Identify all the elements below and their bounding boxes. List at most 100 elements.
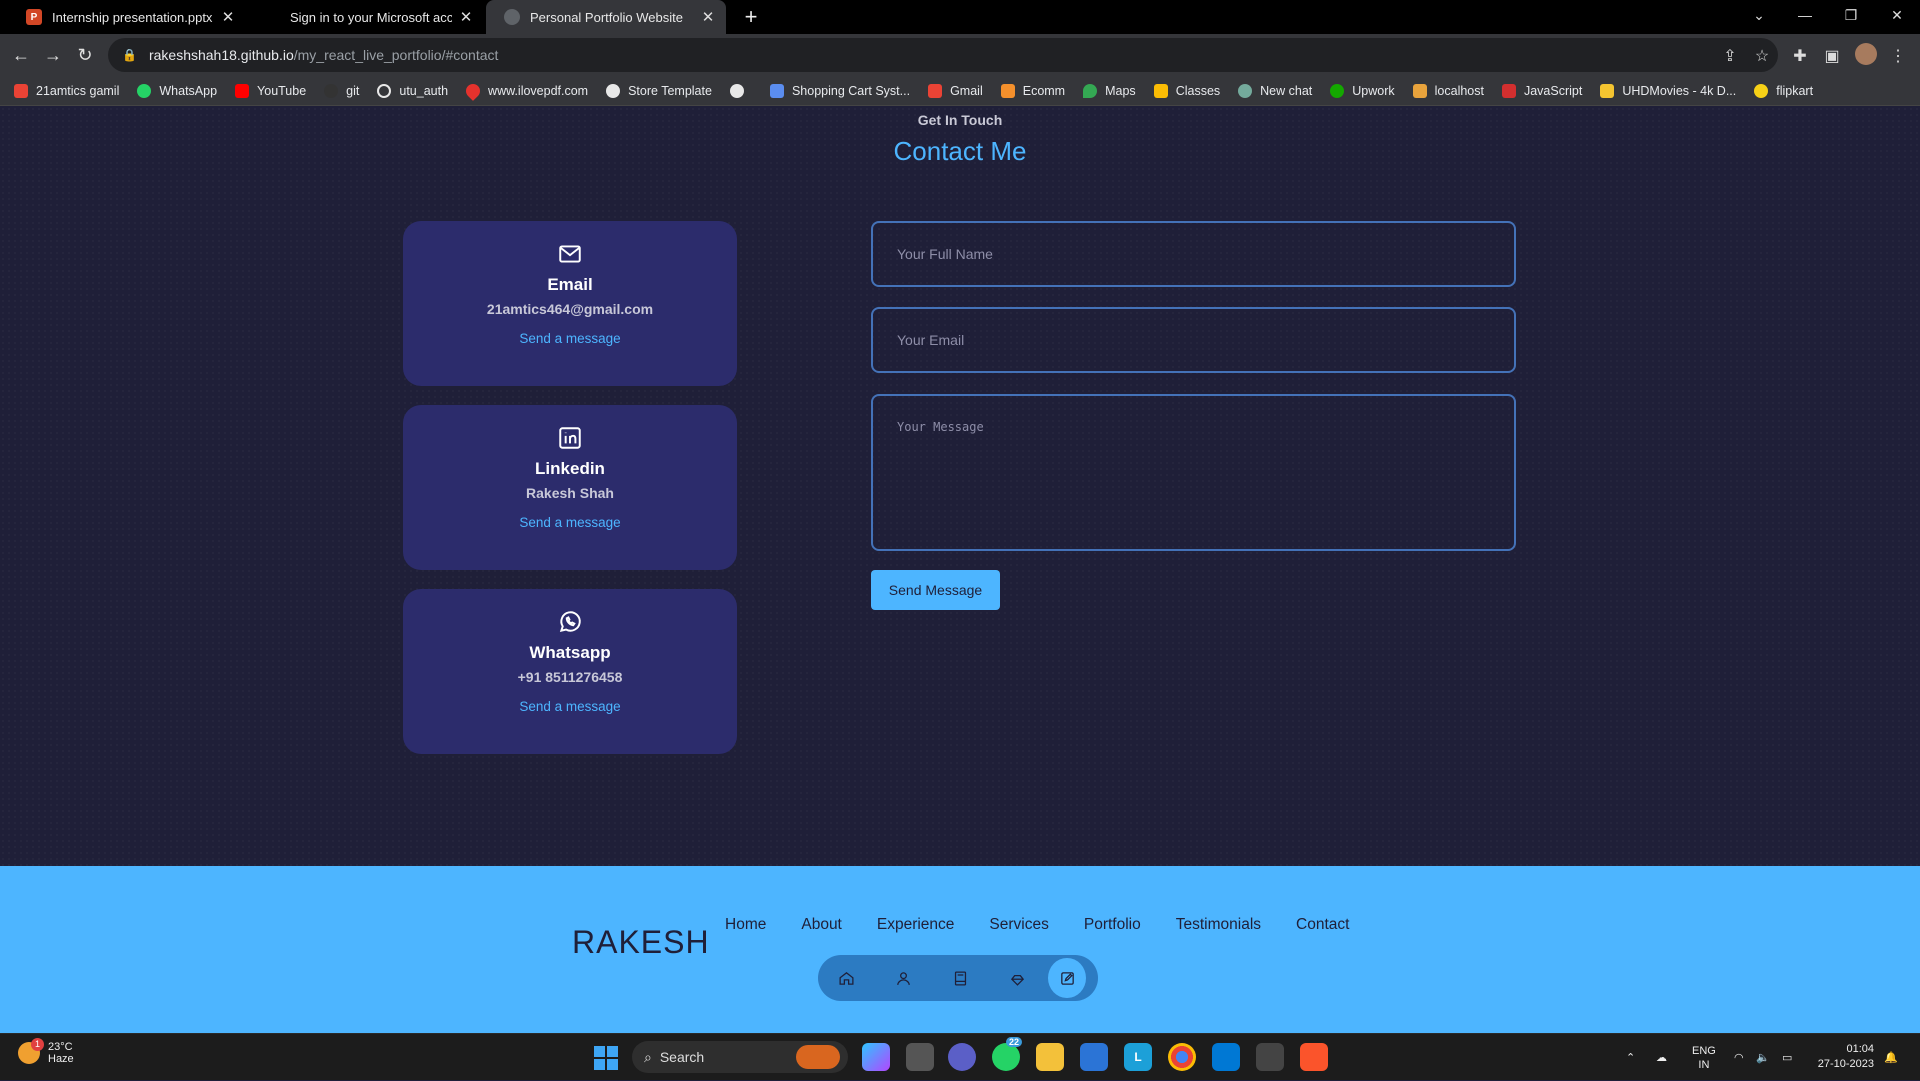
weather-widget[interactable]: 1 23°C Haze bbox=[18, 1038, 74, 1065]
taskbar-search[interactable]: ⌕ Search bbox=[632, 1041, 848, 1073]
footer-link-experience[interactable]: Experience bbox=[877, 916, 955, 934]
footer-logo[interactable]: RAKESH bbox=[572, 924, 710, 961]
send-message-button[interactable]: Send Message bbox=[871, 570, 1000, 610]
bookmark-gmail[interactable]: Gmail bbox=[928, 83, 983, 98]
services-icon[interactable] bbox=[995, 959, 1040, 997]
bookmark-youtube[interactable]: YouTube bbox=[235, 83, 307, 98]
bookmark-uhdmovies[interactable]: UHDMovies - 4k D... bbox=[1600, 83, 1736, 98]
footer-link-home[interactable]: Home bbox=[725, 916, 766, 934]
footer-link-portfolio[interactable]: Portfolio bbox=[1084, 916, 1141, 934]
home-icon[interactable] bbox=[824, 959, 869, 997]
chrome-icon[interactable] bbox=[1168, 1043, 1196, 1071]
browser-toolbar: ← → ↻ 🔒 rakeshshah18.github.io/my_react_… bbox=[0, 34, 1920, 76]
vscode-icon[interactable] bbox=[1212, 1043, 1240, 1071]
bookmark-ilovepdf[interactable]: www.ilovepdf.com bbox=[463, 80, 588, 101]
uhdmovies-icon bbox=[1600, 83, 1615, 98]
forward-arrow-icon[interactable]: → bbox=[38, 40, 68, 70]
bookmark-javascript[interactable]: JavaScript bbox=[1501, 83, 1582, 98]
tab-search-icon[interactable]: ⌄ bbox=[1736, 0, 1782, 30]
bookmark-globe[interactable] bbox=[729, 83, 752, 98]
footer-link-services[interactable]: Services bbox=[989, 916, 1048, 934]
profile-avatar[interactable] bbox=[1855, 43, 1877, 65]
bookmark-utu-auth[interactable]: utu_auth bbox=[377, 83, 448, 98]
email-input[interactable] bbox=[871, 307, 1516, 373]
side-panel-icon[interactable]: ▣ bbox=[1820, 44, 1844, 68]
send-message-link[interactable]: Send a message bbox=[519, 699, 620, 714]
bookmark-maps[interactable]: Maps bbox=[1083, 83, 1136, 98]
bookmark-new-chat[interactable]: New chat bbox=[1238, 83, 1312, 98]
bookmark-git[interactable]: git bbox=[324, 83, 359, 98]
l-app-icon[interactable]: L bbox=[1124, 1043, 1152, 1071]
tab-title: Personal Portfolio Website bbox=[530, 9, 683, 25]
tab-microsoft-signin[interactable]: Sign in to your Microsoft accour ✕ bbox=[246, 0, 484, 34]
restore-button[interactable]: ❐ bbox=[1828, 0, 1874, 30]
message-textarea[interactable] bbox=[871, 394, 1516, 551]
footer-link-testimonials[interactable]: Testimonials bbox=[1176, 916, 1261, 934]
back-arrow-icon[interactable]: ← bbox=[6, 40, 36, 70]
onedrive-icon[interactable]: ☁ bbox=[1656, 1034, 1667, 1081]
close-icon[interactable]: ✕ bbox=[700, 8, 716, 26]
bookmark-label: 21amtics gamil bbox=[36, 83, 120, 98]
wifi-icon[interactable]: ◠ bbox=[1734, 1034, 1744, 1081]
bookmark-flipkart[interactable]: flipkart bbox=[1754, 83, 1813, 98]
lock-icon[interactable]: 🔒 bbox=[122, 48, 137, 62]
full-name-input[interactable] bbox=[871, 221, 1516, 287]
bookmark-whatsapp[interactable]: WhatsApp bbox=[137, 83, 218, 98]
flipkart-icon bbox=[1754, 83, 1769, 98]
battery-icon[interactable]: ▭ bbox=[1782, 1034, 1792, 1081]
volume-icon[interactable]: 🔈 bbox=[1756, 1034, 1770, 1081]
tab-personal-portfolio[interactable]: Personal Portfolio Website ✕ bbox=[486, 0, 726, 34]
bookmark-upwork[interactable]: Upwork bbox=[1330, 83, 1395, 98]
task-view-icon[interactable] bbox=[906, 1043, 934, 1071]
send-message-link[interactable]: Send a message bbox=[519, 331, 620, 346]
brave-icon[interactable] bbox=[1300, 1043, 1328, 1071]
language-indicator[interactable]: ENG IN bbox=[1692, 1034, 1716, 1081]
bookmark-store-template[interactable]: Store Template bbox=[606, 83, 712, 98]
bookmark-label: WhatsApp bbox=[159, 83, 218, 98]
card-name: Linkedin bbox=[535, 459, 605, 478]
footer-link-contact[interactable]: Contact bbox=[1296, 916, 1349, 934]
bookmark-shopping-cart[interactable]: Shopping Cart Syst... bbox=[769, 83, 910, 98]
close-icon[interactable]: ✕ bbox=[458, 8, 474, 26]
notification-badge: 1 bbox=[31, 1038, 44, 1051]
bookmark-ecomm[interactable]: Ecomm bbox=[1000, 83, 1065, 98]
bookmark-localhost[interactable]: localhost bbox=[1412, 83, 1484, 98]
linkedin-icon bbox=[557, 425, 583, 451]
bookmark-classes[interactable]: Classes bbox=[1153, 83, 1221, 98]
github-icon bbox=[324, 83, 339, 98]
teams-icon[interactable] bbox=[948, 1043, 976, 1071]
calculator-icon[interactable] bbox=[1256, 1043, 1284, 1071]
copilot-icon[interactable] bbox=[862, 1043, 890, 1071]
floating-nav bbox=[818, 955, 1098, 1001]
start-button[interactable] bbox=[594, 1046, 618, 1070]
whatsapp-badge: 22 bbox=[1006, 1037, 1023, 1047]
reload-icon[interactable]: ↻ bbox=[70, 40, 100, 70]
address-bar[interactable]: 🔒 rakeshshah18.github.io/my_react_live_p… bbox=[108, 38, 1778, 72]
browser-tab-bar: P Internship presentation.pptx - M ✕ Sig… bbox=[0, 0, 1920, 34]
notification-bell-icon[interactable]: 🔔 bbox=[1884, 1034, 1898, 1081]
new-tab-button[interactable]: + bbox=[736, 2, 766, 32]
footer-link-about[interactable]: About bbox=[801, 916, 842, 934]
send-message-link[interactable]: Send a message bbox=[519, 515, 620, 530]
weather-temp: 23°C bbox=[48, 1041, 73, 1053]
store-icon[interactable] bbox=[1080, 1043, 1108, 1071]
show-hidden-icons[interactable]: ⌃ bbox=[1626, 1034, 1635, 1081]
close-window-button[interactable]: ✕ bbox=[1874, 0, 1920, 30]
user-icon[interactable] bbox=[881, 959, 926, 997]
bookmark-label: Classes bbox=[1175, 83, 1221, 98]
clock[interactable]: 01:04 27-10-2023 bbox=[1810, 1042, 1874, 1072]
file-explorer-icon[interactable] bbox=[1036, 1043, 1064, 1071]
close-icon[interactable]: ✕ bbox=[220, 8, 236, 26]
share-icon[interactable]: ⇪ bbox=[1718, 44, 1742, 68]
bookmark-21amtics-gmail[interactable]: 21amtics gamil bbox=[14, 83, 120, 98]
menu-icon[interactable]: ⋮ bbox=[1886, 44, 1910, 68]
bookmark-label: YouTube bbox=[257, 83, 307, 98]
star-icon[interactable]: ☆ bbox=[1750, 44, 1774, 68]
minimize-button[interactable]: — bbox=[1782, 0, 1828, 30]
tab-internship-presentation[interactable]: P Internship presentation.pptx - M ✕ bbox=[8, 0, 246, 34]
whatsapp-taskbar-icon[interactable]: 22 bbox=[992, 1037, 1023, 1071]
extensions-icon[interactable]: ✚ bbox=[1788, 44, 1812, 68]
book-icon[interactable] bbox=[938, 959, 983, 997]
card-name: Whatsapp bbox=[529, 643, 611, 662]
message-icon[interactable] bbox=[1048, 958, 1087, 998]
